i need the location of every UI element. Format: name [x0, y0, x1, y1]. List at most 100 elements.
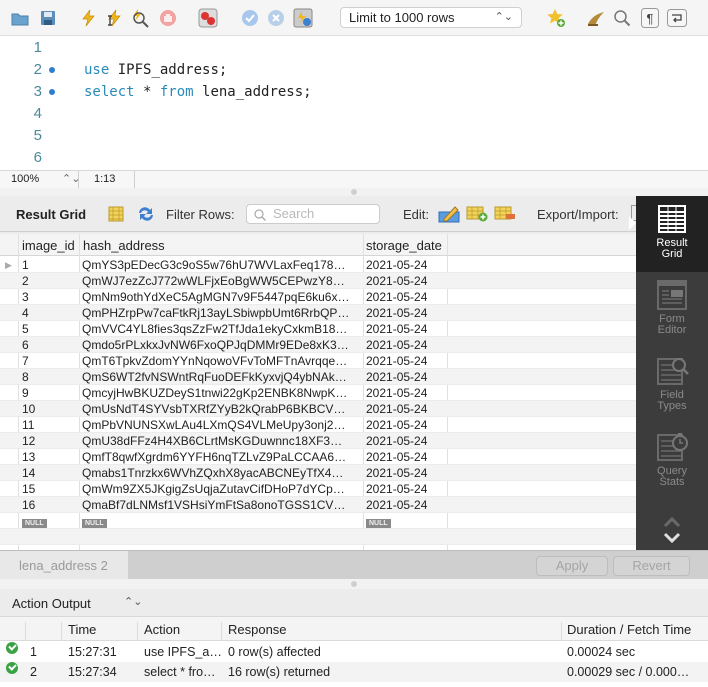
refresh-icon[interactable] — [136, 205, 156, 226]
cell-storage-date[interactable]: 2021-05-24 — [366, 449, 446, 465]
null-cell[interactable]: NULL — [82, 513, 362, 529]
table-row[interactable]: 8 QmS6WT2fvNSWntRqFuoDEFkKyxvjQ4ybNAk… 202… — [0, 369, 636, 385]
cell-image-id[interactable]: 8 — [22, 369, 77, 385]
cell-image-id[interactable]: 3 — [22, 289, 77, 305]
action-output-row[interactable]: 1 15:27:31 use IPFS_a… 0 row(s) affected 0.0… — [0, 642, 708, 662]
result-tab[interactable]: lena_address 2 — [0, 551, 128, 580]
autocommit-icon[interactable] — [293, 8, 313, 28]
cell-image-id[interactable]: 16 — [22, 497, 77, 513]
side-tab-field-types[interactable]: Field Types — [636, 348, 708, 424]
cell-image-id[interactable]: 10 — [22, 401, 77, 417]
cell-hash-address[interactable]: QmcyjHwBKUZDeyS1tnwi22gKp2ENBK8NwpK… — [82, 385, 362, 401]
cell-hash-address[interactable]: Qmdo5rPLxkxJvNW6FxoQPJqDMMr9EDe8xK3… — [82, 337, 362, 353]
cell-storage-date[interactable]: 2021-05-24 — [366, 257, 446, 273]
new-row[interactable]: NULL NULL NULL — [0, 513, 636, 529]
cell-hash-address[interactable]: QmfT8qwfXgrdm6YYFH6nqTZLvZ9PaLCCAA6… — [82, 449, 362, 465]
cell-storage-date[interactable]: 2021-05-24 — [366, 401, 446, 417]
execute-icon[interactable] — [78, 8, 98, 28]
cell-image-id[interactable]: 14 — [22, 465, 77, 481]
toggle-error-icon[interactable] — [198, 8, 218, 28]
table-row[interactable]: 10 QmUsNdT4SYVsbTXRfZYyB2kQrabP6BKBCV… 202… — [0, 401, 636, 417]
cell-storage-date[interactable]: 2021-05-24 — [366, 321, 446, 337]
cell-hash-address[interactable]: QmPHZrpPw7caFtkRj13ayLSbiwpbUmt6RrbQP… — [82, 305, 362, 321]
table-row[interactable]: 16 QmaBf7dLNMsf1VSHsiYmFtSa8onoTGSS1CV… 20… — [0, 497, 636, 513]
stop-icon[interactable] — [158, 8, 178, 28]
cell-storage-date[interactable]: 2021-05-24 — [366, 465, 446, 481]
cell-storage-date[interactable]: 2021-05-24 — [366, 417, 446, 433]
cell-hash-address[interactable]: QmU38dFFz4H4XB6CLrtMsKGDuwnnc18XF3… — [82, 433, 362, 449]
chevron-updown-icon[interactable]: ⌃⌄ — [124, 595, 142, 608]
cell-image-id[interactable]: 15 — [22, 481, 77, 497]
explain-icon[interactable] — [130, 8, 150, 28]
table-row[interactable]: 11 QmPbVNUNSXwLAu4LXmQS4VLMeUpy3onj2… 2021… — [0, 417, 636, 433]
cell-image-id[interactable]: 13 — [22, 449, 77, 465]
table-row[interactable]: 12 QmU38dFFz4H4XB6CLrtMsKGDuwnnc18XF3… 202… — [0, 433, 636, 449]
splitter-grip-icon[interactable] — [351, 581, 357, 587]
cell-image-id[interactable]: 2 — [22, 273, 77, 289]
editor-line[interactable]: 3 select * from lena_address; — [0, 81, 708, 103]
add-snippet-icon[interactable] — [546, 8, 566, 28]
word-wrap-icon[interactable] — [667, 8, 687, 28]
splitter-grip-icon[interactable] — [351, 189, 357, 195]
side-panel-scroll[interactable] — [662, 514, 682, 549]
cell-hash-address[interactable]: QmaBf7dLNMsf1VSHsiYmFtSa8onoTGSS1CV… — [82, 497, 362, 513]
cell-image-id[interactable]: 1 — [22, 257, 77, 273]
null-cell[interactable]: NULL — [22, 513, 77, 529]
table-row[interactable]: 4 QmPHZrpPw7caFtkRj13ayLSbiwpbUmt6RrbQP… 2… — [0, 305, 636, 321]
column-header-storage-date[interactable]: storage_date — [366, 238, 442, 253]
edit-cell-icon[interactable] — [438, 204, 460, 227]
cell-storage-date[interactable]: 2021-05-24 — [366, 305, 446, 321]
cell-hash-address[interactable]: QmUsNdT4SYVsbTXRfZYyB2kQrabP6BKBCV… — [82, 401, 362, 417]
side-tab-form-editor[interactable]: Form Editor — [636, 272, 708, 348]
cell-image-id[interactable]: 6 — [22, 337, 77, 353]
cell-image-id[interactable]: 11 — [22, 417, 77, 433]
table-row[interactable]: ▶ 1 QmYS3pEDecG3c9oS5w76hU7WVLaxFeq178… 202… — [0, 257, 636, 273]
table-row[interactable]: 6 Qmdo5rPLxkxJvNW6FxoQPJqDMMr9EDe8xK3… 202… — [0, 337, 636, 353]
cell-hash-address[interactable]: QmWJ7ezZcJ772wWLFjxEoBgWW5CEPwzY8… — [82, 273, 362, 289]
column-header-duration[interactable]: Duration / Fetch Time — [567, 622, 691, 637]
editor-line[interactable]: 1 — [0, 37, 708, 59]
cell-hash-address[interactable]: QmNm9othYdXeC5AgMGN7v9F5447pqE6ku6x… — [82, 289, 362, 305]
cell-image-id[interactable]: 5 — [22, 321, 77, 337]
execute-current-icon[interactable] — [104, 8, 124, 28]
cell-image-id[interactable]: 12 — [22, 433, 77, 449]
beautify-icon[interactable] — [586, 8, 606, 28]
zoom-level[interactable]: 100% — [11, 173, 39, 185]
save-icon[interactable] — [38, 8, 58, 28]
table-row[interactable]: 5 QmVVC4YL8fies3qsZzFw2TfJda1ekyCxkmB18… 2… — [0, 321, 636, 337]
editor-line[interactable]: 4 — [0, 103, 708, 125]
cell-storage-date[interactable]: 2021-05-24 — [366, 385, 446, 401]
invisible-chars-icon[interactable]: ¶ — [640, 8, 660, 28]
add-row-icon[interactable] — [466, 205, 488, 226]
cell-storage-date[interactable]: 2021-05-24 — [366, 337, 446, 353]
editor-line[interactable]: 2 use IPFS_address; — [0, 59, 708, 81]
cell-image-id[interactable]: 9 — [22, 385, 77, 401]
column-header-response[interactable]: Response — [228, 622, 287, 637]
cell-hash-address[interactable]: QmPbVNUNSXwLAu4LXmQS4VLMeUpy3onj2… — [82, 417, 362, 433]
commit-icon[interactable] — [240, 8, 260, 28]
cell-storage-date[interactable]: 2021-05-24 — [366, 353, 446, 369]
cell-hash-address[interactable]: QmYS3pEDecG3c9oS5w76hU7WVLaxFeq178… — [82, 257, 362, 273]
cell-hash-address[interactable]: QmS6WT2fvNSWntRqFuoDEFkKyxvjQ4ybNAk… — [82, 369, 362, 385]
table-row[interactable]: 7 QmT6TpkvZdomYYnNqowoVFvToMFTnAvrqqe… 202… — [0, 353, 636, 369]
cell-hash-address[interactable]: QmWm9ZX5JKgigZsUqjaZutavCifDHoP7dYCp… — [82, 481, 362, 497]
table-row[interactable]: 13 QmfT8qwfXgrdm6YYFH6nqTZLvZ9PaLCCAA6… 20… — [0, 449, 636, 465]
editor-line[interactable]: 6 — [0, 147, 708, 169]
table-row[interactable]: 3 QmNm9othYdXeC5AgMGN7v9F5447pqE6ku6x… 202… — [0, 289, 636, 305]
table-row[interactable]: 9 QmcyjHwBKUZDeyS1tnwi22gKp2ENBK8NwpK… 202… — [0, 385, 636, 401]
column-header-image-id[interactable]: image_id — [22, 238, 75, 253]
column-header-hash-address[interactable]: hash_address — [83, 238, 165, 253]
table-row[interactable]: 15 QmWm9ZX5JKgigZsUqjaZutavCifDHoP7dYCp… 2… — [0, 481, 636, 497]
table-row[interactable]: 2 QmWJ7ezZcJ772wWLFjxEoBgWW5CEPwzY8… 2021-… — [0, 273, 636, 289]
action-output-select[interactable]: Action Output — [12, 596, 91, 611]
cell-hash-address[interactable]: QmVVC4YL8fies3qsZzFw2TfJda1ekyCxkmB18… — [82, 321, 362, 337]
cell-image-id[interactable]: 4 — [22, 305, 77, 321]
cell-storage-date[interactable]: 2021-05-24 — [366, 369, 446, 385]
folder-open-icon[interactable] — [10, 8, 30, 28]
apply-button[interactable]: Apply — [536, 556, 608, 576]
side-tab-result-grid[interactable]: Result Grid — [629, 196, 708, 272]
rollback-icon[interactable] — [266, 8, 286, 28]
cell-storage-date[interactable]: 2021-05-24 — [366, 481, 446, 497]
column-header-action[interactable]: Action — [144, 622, 180, 637]
side-tab-query-stats[interactable]: Query Stats — [636, 424, 708, 500]
